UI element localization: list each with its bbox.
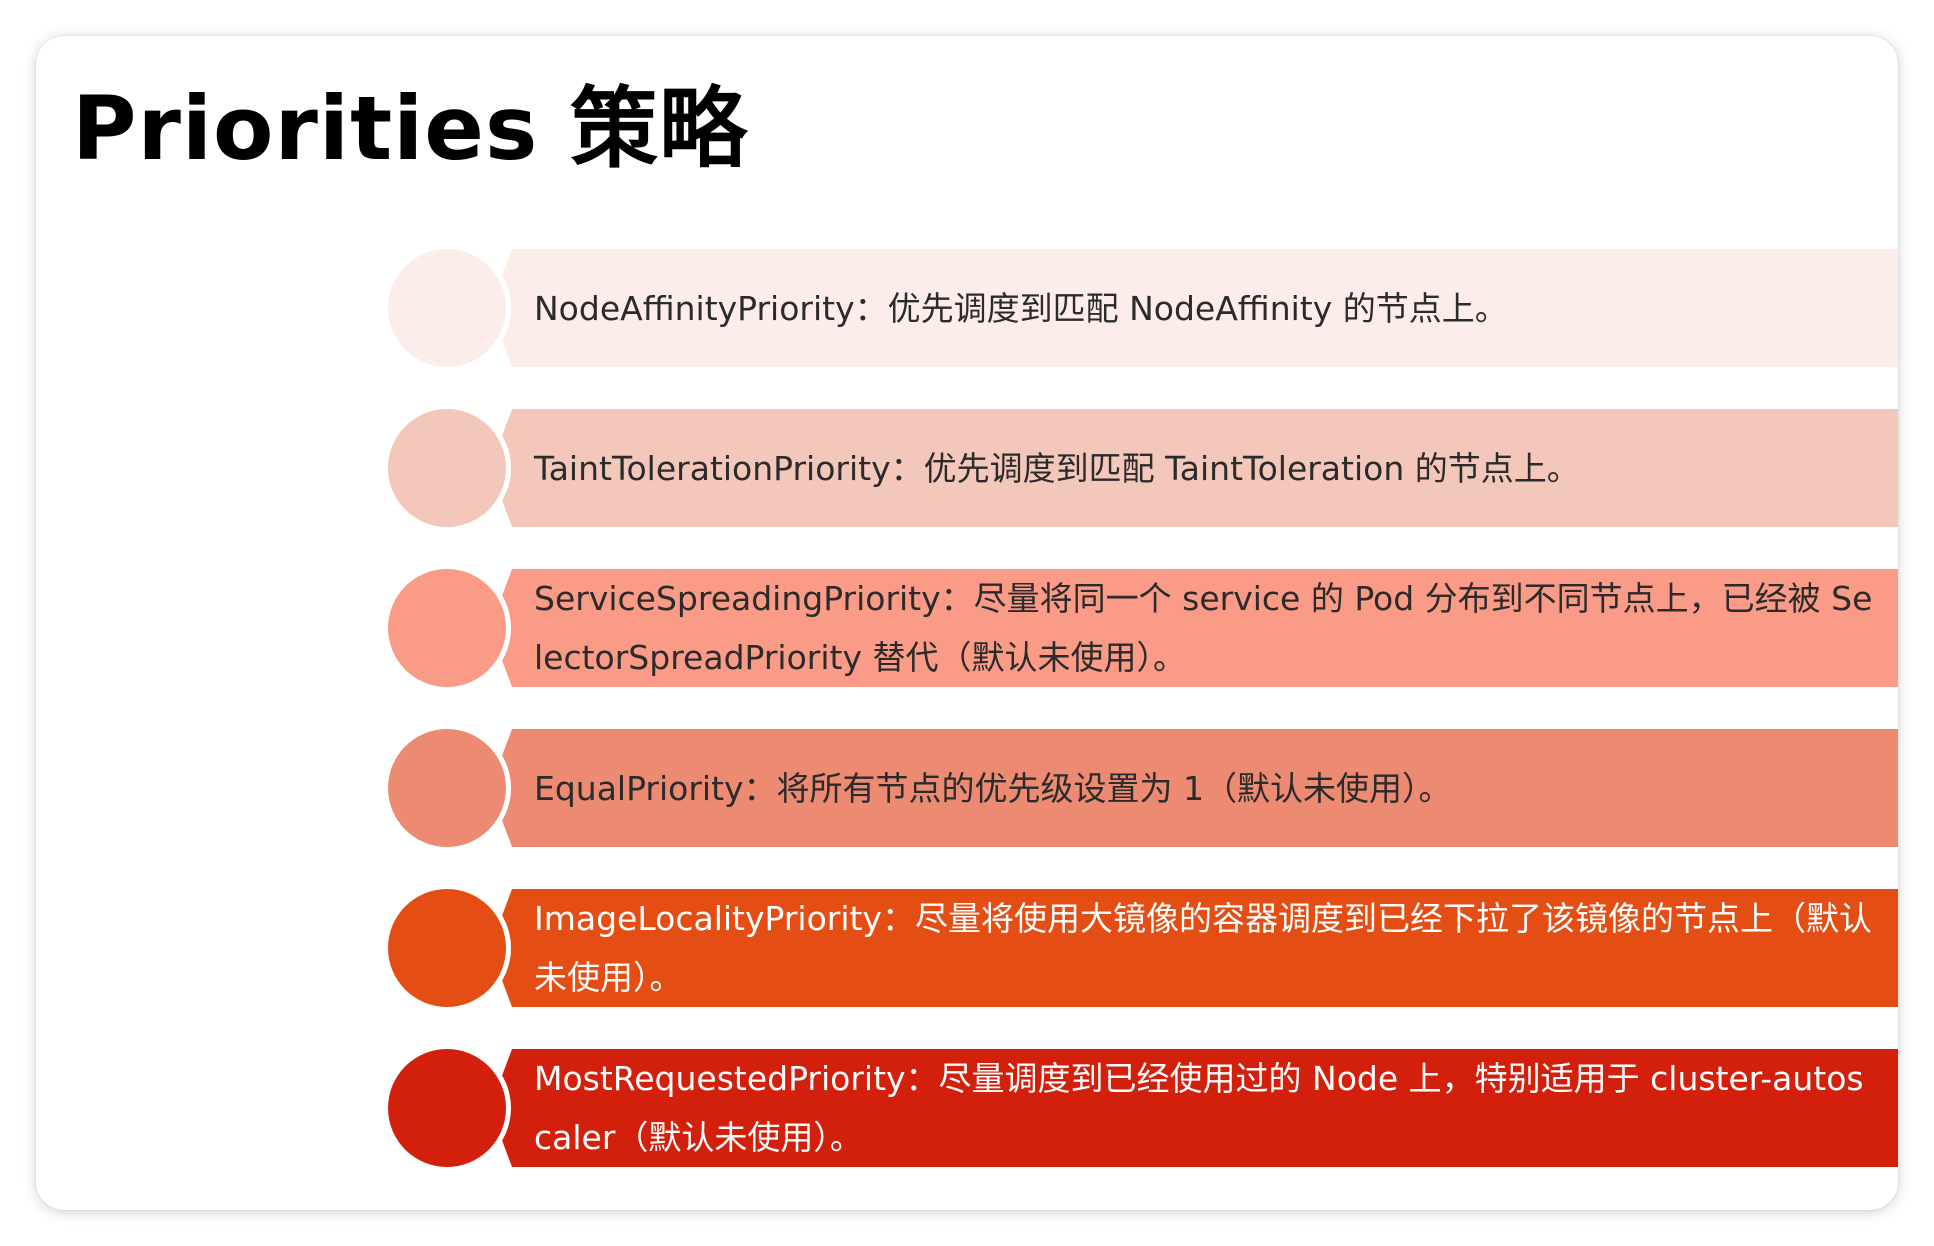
priority-item-equal: EqualPriority：将所有节点的优先级设置为 1（默认未使用）。 — [388, 729, 1898, 847]
bullet-circle — [388, 569, 506, 687]
priority-list: NodeAffinityPriority：优先调度到匹配 NodeAffinit… — [36, 36, 1898, 1210]
bullet-circle — [388, 249, 506, 367]
priority-text: ServiceSpreadingPriority：尽量将同一个 service … — [534, 579, 1873, 677]
priority-text: TaintTolerationPriority：优先调度到匹配 TaintTol… — [534, 448, 1580, 488]
bullet-circle — [388, 889, 506, 1007]
priority-item-service-spreading: ServiceSpreadingPriority：尽量将同一个 service … — [388, 569, 1898, 687]
priority-text: EqualPriority：将所有节点的优先级设置为 1（默认未使用）。 — [534, 768, 1452, 808]
bullet-circle — [388, 1049, 506, 1167]
priority-item-most-requested: MostRequestedPriority：尽量调度到已经使用过的 Node 上… — [388, 1049, 1898, 1167]
bullet-circle — [388, 729, 506, 847]
priority-item-node-affinity: NodeAffinityPriority：优先调度到匹配 NodeAffinit… — [388, 249, 1898, 367]
priority-text: NodeAffinityPriority：优先调度到匹配 NodeAffinit… — [534, 288, 1508, 328]
priority-text: ImageLocalityPriority：尽量将使用大镜像的容器调度到已经下拉… — [534, 899, 1872, 997]
priority-text: MostRequestedPriority：尽量调度到已经使用过的 Node 上… — [534, 1059, 1864, 1157]
priority-item-taint-toleration: TaintTolerationPriority：优先调度到匹配 TaintTol… — [388, 409, 1898, 527]
priority-item-image-locality: ImageLocalityPriority：尽量将使用大镜像的容器调度到已经下拉… — [388, 889, 1898, 1007]
bullet-circle — [388, 409, 506, 527]
slide-card: Priorities 策略 NodeAffinityPriority：优先调度到… — [36, 36, 1898, 1210]
